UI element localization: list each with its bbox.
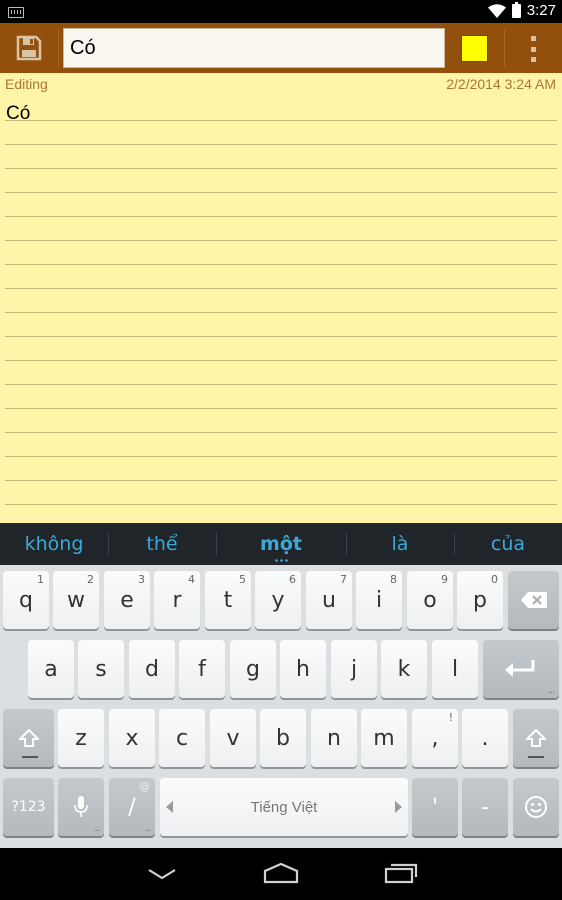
shift-key-left[interactable] (3, 709, 54, 767)
keyboard: q1 w2 e3 r4 t5 y6 u7 i8 o9 p0 a s d f g … (0, 565, 562, 848)
note-title-input[interactable] (63, 28, 445, 68)
arrow-right-icon (395, 801, 402, 813)
key-u[interactable]: u7 (306, 571, 352, 629)
key-period[interactable]: . (462, 709, 508, 767)
save-icon (16, 35, 42, 61)
battery-icon (512, 2, 521, 18)
note-editor[interactable]: Editing 2/2/2014 3:24 AM Có (0, 73, 562, 523)
suggestion-item[interactable]: của (454, 523, 562, 565)
key-d[interactable]: d (129, 640, 175, 698)
enter-key[interactable]: ... (483, 640, 559, 698)
key-n[interactable]: n (311, 709, 357, 767)
note-color-button[interactable] (461, 35, 488, 62)
key-o[interactable]: o9 (407, 571, 453, 629)
key-k[interactable]: k (381, 640, 427, 698)
suggestion-item[interactable]: không (0, 523, 108, 565)
key-w[interactable]: w2 (53, 571, 99, 629)
key-v[interactable]: v (210, 709, 256, 767)
suggestion-item[interactable]: là (346, 523, 454, 565)
key-b[interactable]: b (260, 709, 306, 767)
suggestion-item[interactable]: thể (108, 523, 216, 565)
wifi-icon (488, 4, 506, 18)
overflow-dot-icon (530, 57, 536, 62)
note-date: 2/2/2014 3:24 AM (446, 76, 556, 92)
recent-apps-icon[interactable] (384, 862, 418, 884)
smiley-icon (525, 796, 547, 818)
more-suggestions-indicator (274, 559, 288, 562)
keyboard-notification-icon (8, 7, 24, 18)
key-r[interactable]: r4 (154, 571, 200, 629)
status-time: 3:27 (526, 2, 556, 19)
note-body-text[interactable]: Có (6, 103, 30, 125)
back-chevron-down-icon[interactable] (147, 868, 177, 880)
shift-icon (18, 729, 39, 747)
shift-key-right[interactable] (513, 709, 559, 767)
backspace-icon (520, 592, 547, 608)
shift-icon (526, 729, 546, 747)
arrow-left-icon (166, 801, 173, 813)
key-t[interactable]: t5 (205, 571, 251, 629)
microphone-icon (74, 796, 88, 817)
toolbar (0, 23, 562, 73)
key-z[interactable]: z (58, 709, 104, 767)
overflow-dot-icon (530, 36, 536, 41)
key-y[interactable]: y6 (255, 571, 301, 629)
backspace-key[interactable] (508, 571, 559, 629)
key-g[interactable]: g (230, 640, 276, 698)
navigation-bar (0, 848, 562, 900)
edit-status: Editing (5, 76, 48, 92)
key-q[interactable]: q1 (3, 571, 49, 629)
overflow-dot-icon (530, 46, 536, 52)
save-button[interactable] (0, 23, 58, 73)
key-c[interactable]: c (159, 709, 205, 767)
key-p[interactable]: p0 (457, 571, 503, 629)
key-slash[interactable]: / @... (109, 778, 155, 836)
key-f[interactable]: f (179, 640, 225, 698)
enter-icon (505, 660, 535, 677)
emoji-key[interactable] (513, 778, 559, 836)
toolbar-divider (504, 29, 505, 67)
toolbar-divider (58, 29, 59, 67)
key-a[interactable]: a (28, 640, 74, 698)
voice-input-key[interactable]: ... (58, 778, 104, 836)
key-j[interactable]: j (331, 640, 377, 698)
home-icon[interactable] (263, 862, 299, 884)
key-apostrophe[interactable]: ' (412, 778, 458, 836)
key-comma[interactable]: ,! (412, 709, 458, 767)
key-s[interactable]: s (78, 640, 124, 698)
overflow-menu-button[interactable] (518, 33, 548, 65)
space-key[interactable]: Tiếng Việt (160, 778, 408, 836)
key-i[interactable]: i8 (356, 571, 402, 629)
key-h[interactable]: h (280, 640, 326, 698)
key-l[interactable]: l (432, 640, 478, 698)
status-bar: 3:27 (0, 0, 562, 23)
ruled-lines (5, 97, 557, 523)
symbols-key[interactable]: ?123 (3, 778, 54, 836)
key-m[interactable]: m (361, 709, 407, 767)
key-x[interactable]: x (109, 709, 155, 767)
key-e[interactable]: e3 (104, 571, 150, 629)
key-dash[interactable]: - (462, 778, 508, 836)
